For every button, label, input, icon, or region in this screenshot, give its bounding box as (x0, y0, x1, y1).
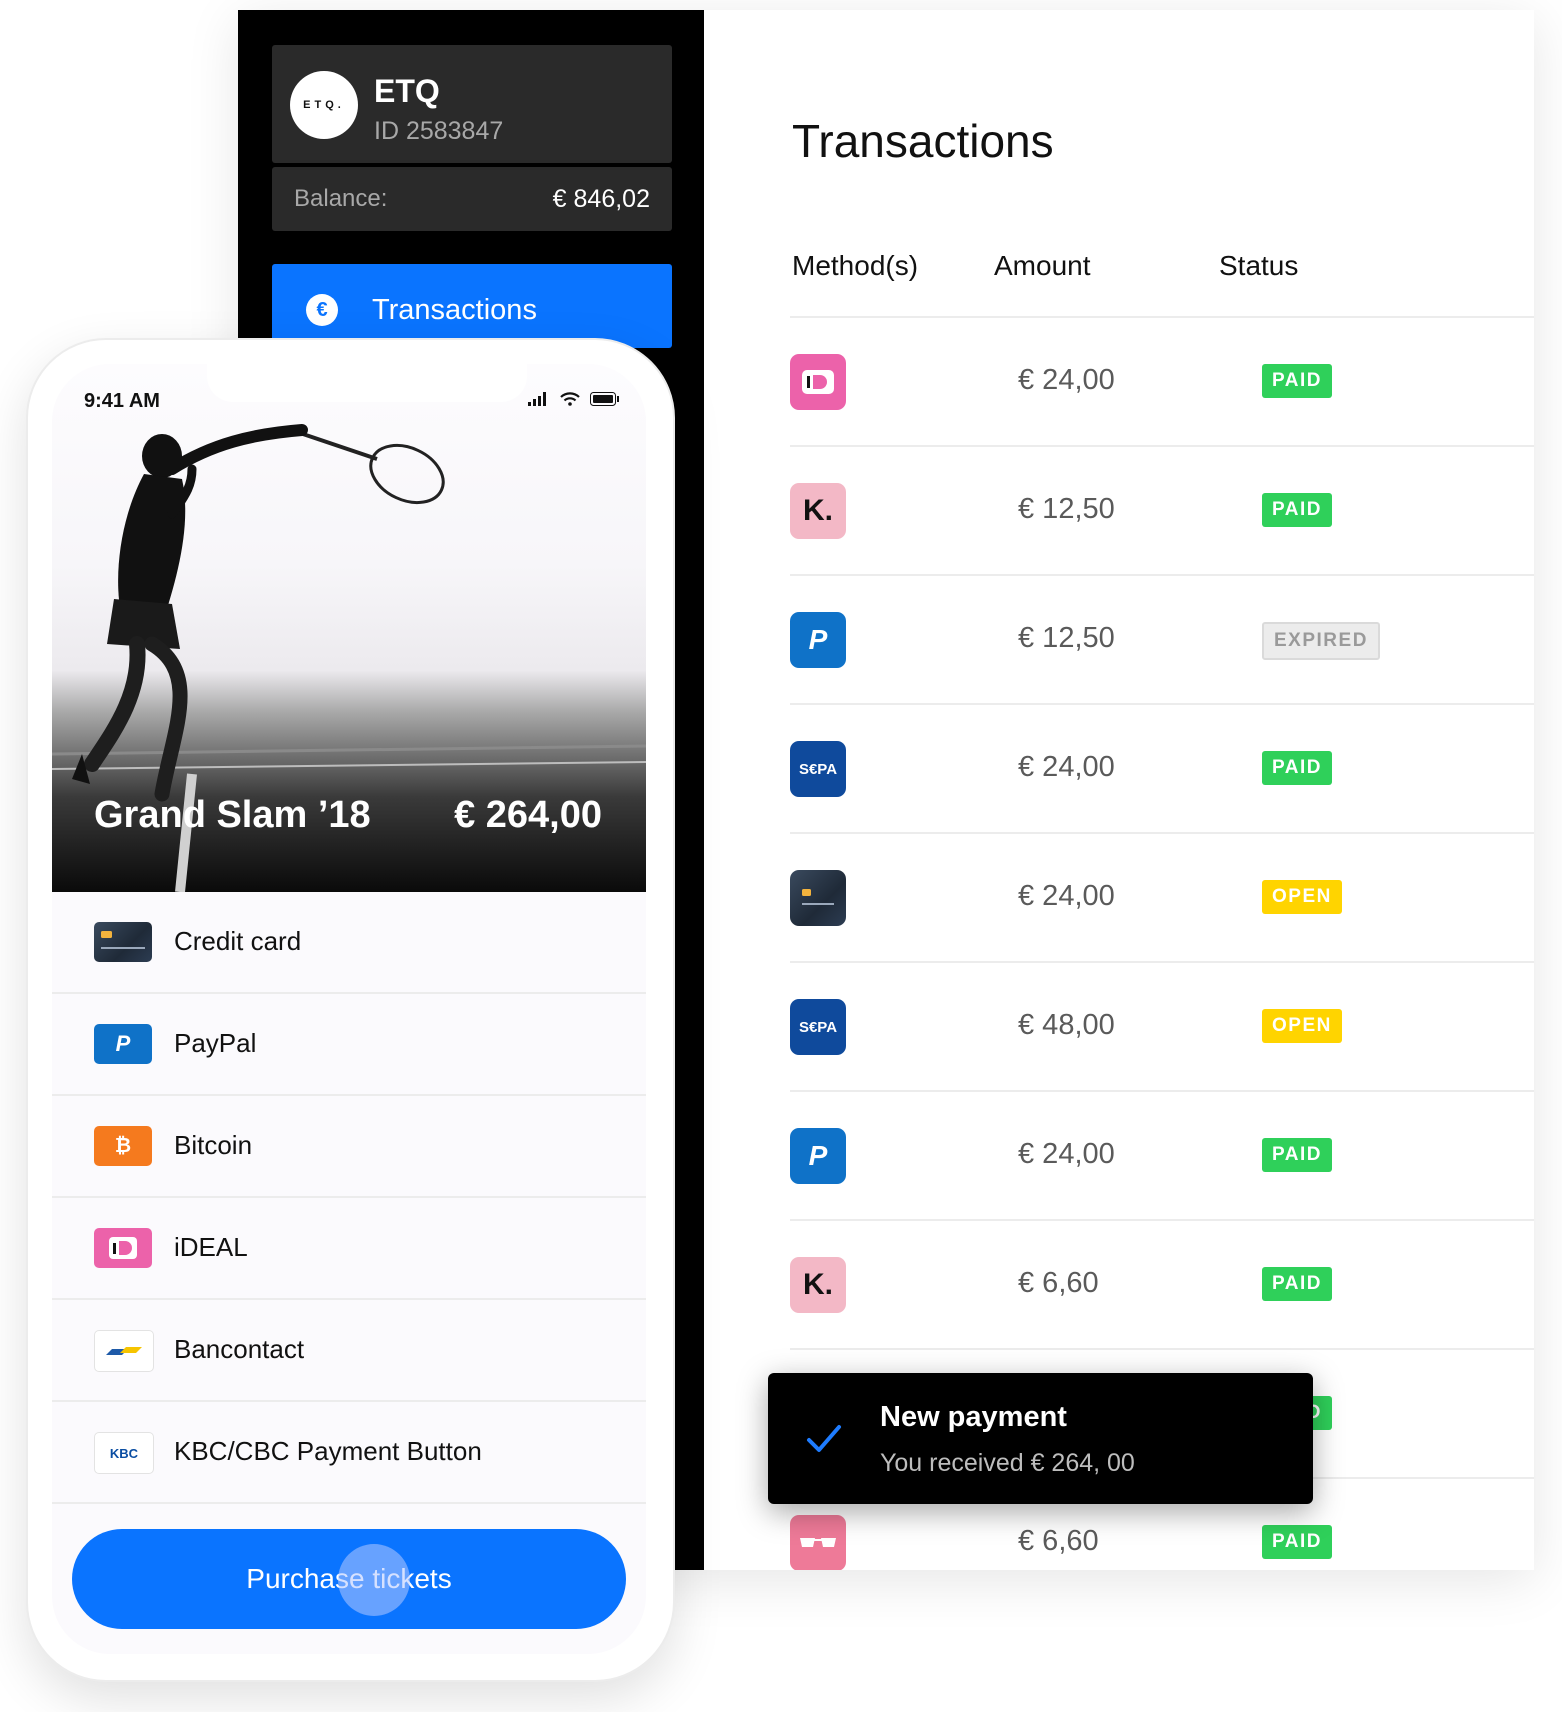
bancontact-icon (94, 1330, 154, 1372)
event-hero-image: 9:41 AM Grand Slam ’18 € 264,00 (52, 364, 646, 892)
toast-message: You received € 264, 00 (880, 1449, 1135, 1477)
event-price: € 264,00 (454, 794, 602, 836)
method-label: Credit card (174, 926, 302, 956)
method-ideal[interactable]: iDEAL (52, 1198, 646, 1300)
euro-icon: € (306, 294, 338, 326)
account-name: ETQ (374, 73, 440, 109)
status-badge: PAID (1262, 1525, 1332, 1559)
phone-screen: 9:41 AM Grand Slam ’18 € 264,00 Credit c… (52, 364, 646, 1654)
status-badge: PAID (1262, 493, 1332, 527)
table-row[interactable]: € 24,00 OPEN (790, 834, 1534, 963)
signal-icon (528, 392, 546, 406)
touch-indicator (338, 1544, 410, 1616)
table-row[interactable]: S€PA € 48,00 OPEN (790, 963, 1534, 1092)
table-row[interactable]: P € 24,00 PAID (790, 1092, 1534, 1221)
sidebar-item-label: Transactions (372, 294, 537, 326)
checkmark-icon (807, 1425, 841, 1452)
status-icons (528, 392, 620, 406)
status-badge: OPEN (1262, 1009, 1342, 1043)
ideal-icon (94, 1228, 152, 1268)
sidebar-item-transactions[interactable]: € Transactions (272, 264, 672, 348)
event-title: Grand Slam ’18 (94, 794, 371, 836)
method-paypal[interactable]: P PayPal (52, 994, 646, 1096)
credit-card-icon (94, 922, 152, 962)
method-bancontact[interactable]: Bancontact (52, 1300, 646, 1402)
status-badge: OPEN (1262, 880, 1342, 914)
balance-value: € 846,02 (552, 185, 650, 213)
status-time: 9:41 AM (84, 390, 160, 412)
status-badge: EXPIRED (1262, 622, 1380, 660)
amount-cell: € 12,50 (1018, 622, 1115, 654)
status-badge: PAID (1262, 364, 1332, 398)
paypal-icon: P (790, 1128, 846, 1184)
glasses-icon (790, 1515, 846, 1570)
wifi-icon (560, 392, 580, 406)
status-badge: PAID (1262, 1138, 1332, 1172)
amount-cell: € 6,60 (1018, 1267, 1099, 1299)
method-label: iDEAL (174, 1232, 248, 1262)
kbc-icon: KBC (94, 1432, 154, 1474)
amount-cell: € 12,50 (1018, 493, 1115, 525)
toast-title: New payment (880, 1401, 1067, 1433)
column-header-status[interactable]: Status (1219, 250, 1298, 282)
klarna-icon: K. (790, 1257, 846, 1313)
phone-mockup: 9:41 AM Grand Slam ’18 € 264,00 Credit c… (26, 338, 675, 1682)
credit-card-icon (790, 870, 846, 926)
battery-icon (590, 392, 619, 406)
status-badge: PAID (1262, 1267, 1332, 1301)
method-kbc[interactable]: KBC KBC/CBC Payment Button (52, 1402, 646, 1504)
balance-bar: Balance: € 846,02 (272, 167, 672, 231)
method-label: KBC/CBC Payment Button (174, 1436, 482, 1466)
paypal-icon: P (790, 612, 846, 668)
table-row[interactable]: S€PA € 24,00 PAID (790, 705, 1534, 834)
amount-cell: € 24,00 (1018, 364, 1115, 396)
phone-notch (207, 364, 527, 402)
bitcoin-icon: ₿ (94, 1126, 152, 1166)
method-bitcoin[interactable]: ₿ Bitcoin (52, 1096, 646, 1198)
amount-cell: € 48,00 (1018, 1009, 1115, 1041)
account-card[interactable]: ETQ. ETQ ID 2583847 (272, 45, 672, 163)
payment-method-list: Credit card P PayPal ₿ Bitcoin iDEAL Ban… (52, 892, 646, 1504)
ideal-icon (790, 354, 846, 410)
transactions-panel: Transactions Method(s) Amount Status € 2… (704, 10, 1534, 1570)
method-label: Bitcoin (174, 1130, 253, 1160)
sepa-icon: S€PA (790, 999, 846, 1055)
method-label: Bancontact (174, 1334, 305, 1364)
page-title: Transactions (792, 115, 1054, 167)
table-row[interactable]: K. € 6,60 PAID (790, 1221, 1534, 1350)
method-credit-card[interactable]: Credit card (52, 892, 646, 994)
column-header-method[interactable]: Method(s) (792, 250, 918, 282)
sepa-icon: S€PA (790, 741, 846, 797)
payment-toast[interactable]: New payment You received € 264, 00 (768, 1373, 1313, 1504)
etq-logo: ETQ. (290, 71, 358, 139)
amount-cell: € 24,00 (1018, 751, 1115, 783)
table-row[interactable]: € 24,00 PAID (790, 318, 1534, 447)
table-row[interactable]: P € 12,50 EXPIRED (790, 576, 1534, 705)
balance-label: Balance: (294, 185, 388, 212)
amount-cell: € 24,00 (1018, 1138, 1115, 1170)
amount-cell: € 6,60 (1018, 1525, 1099, 1557)
klarna-icon: K. (790, 483, 846, 539)
column-header-amount[interactable]: Amount (994, 250, 1091, 282)
amount-cell: € 24,00 (1018, 880, 1115, 912)
method-label: PayPal (174, 1028, 257, 1058)
table-row[interactable]: K. € 12,50 PAID (790, 447, 1534, 576)
account-id: ID 2583847 (374, 117, 504, 145)
paypal-icon: P (94, 1024, 152, 1064)
status-badge: PAID (1262, 751, 1332, 785)
